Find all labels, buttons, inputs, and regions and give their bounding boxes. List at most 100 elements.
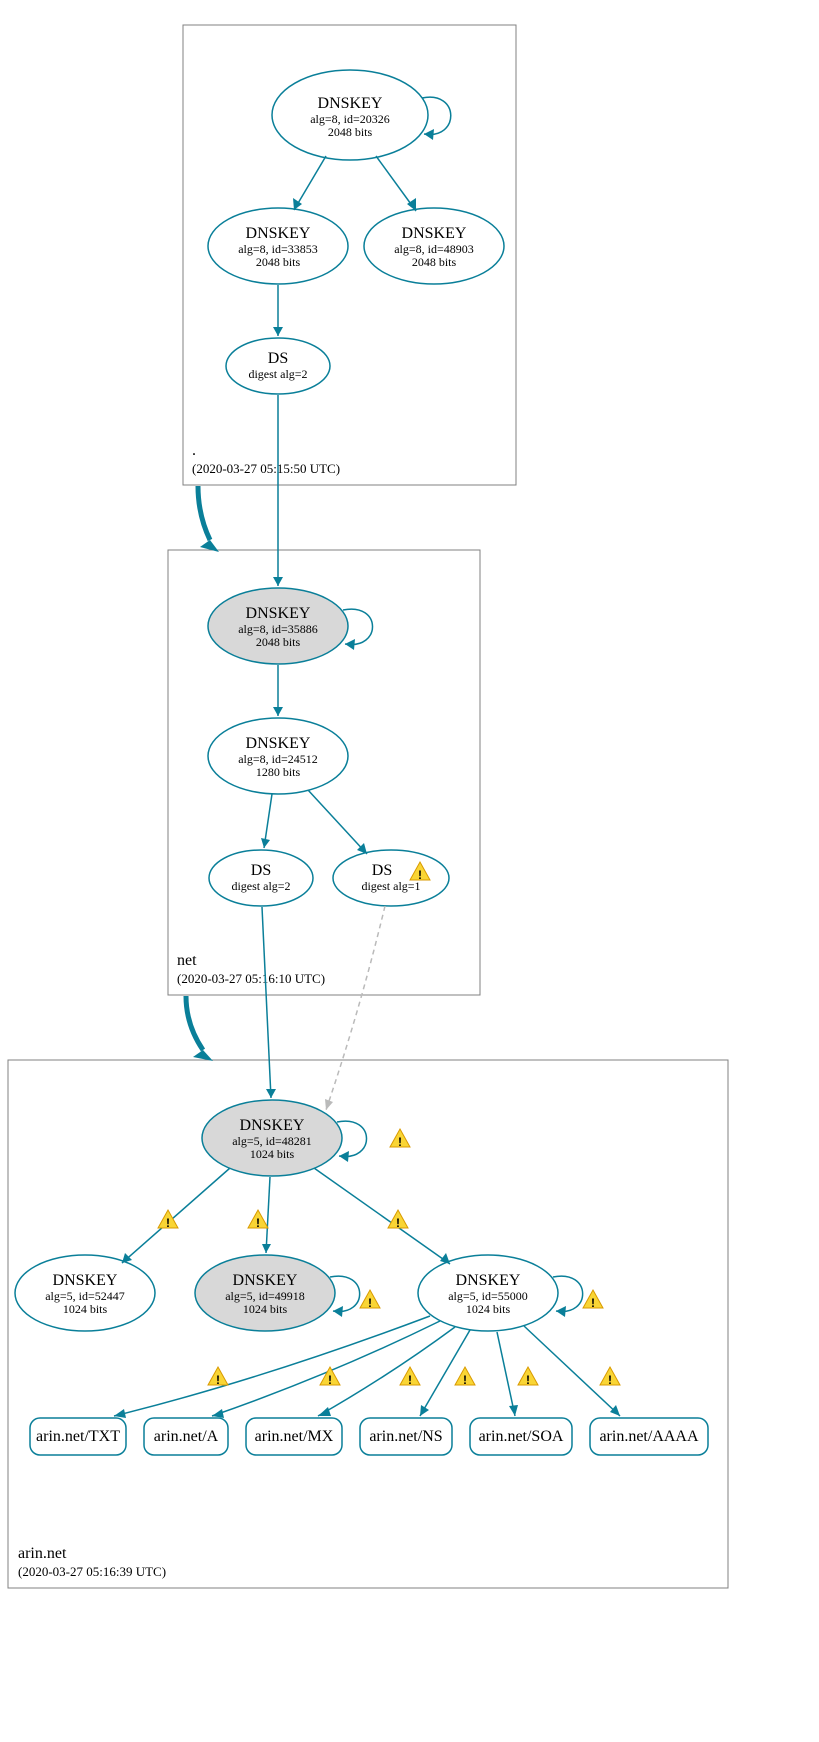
edge-arinksk-to-k4 (314, 1168, 450, 1264)
svg-text:alg=8, id=33853: alg=8, id=33853 (238, 242, 318, 256)
svg-text:alg=8, id=48903: alg=8, id=48903 (394, 242, 474, 256)
svg-text:DS: DS (251, 862, 271, 879)
warning-icon: ! (600, 1367, 620, 1387)
svg-text:!: ! (398, 1135, 402, 1149)
node-arin-ksk: DNSKEY alg=5, id=48281 1024 bits (202, 1100, 342, 1176)
edge-netds1-to-arinksk (262, 907, 271, 1098)
svg-text:DNSKEY: DNSKEY (246, 605, 311, 622)
svg-text:arin.net/NS: arin.net/NS (369, 1428, 442, 1445)
node-rr-aaaa: arin.net/AAAA (590, 1418, 708, 1455)
svg-text:alg=5, id=49918: alg=5, id=49918 (225, 1289, 305, 1303)
warning-icon: ! (455, 1367, 475, 1387)
node-rr-a: arin.net/A (144, 1418, 228, 1455)
svg-text:2048 bits: 2048 bits (328, 125, 373, 139)
svg-text:alg=8, id=24512: alg=8, id=24512 (238, 752, 318, 766)
svg-text:2048 bits: 2048 bits (412, 255, 457, 269)
dnssec-graph: . (2020-03-27 05:15:50 UTC) net (2020-03… (0, 0, 819, 1742)
warning-icon: ! (390, 1129, 410, 1149)
svg-text:!: ! (256, 1216, 260, 1230)
node-arin-k2: DNSKEY alg=5, id=52447 1024 bits (15, 1255, 155, 1331)
warning-icon: ! (360, 1290, 380, 1310)
warning-icon: ! (518, 1367, 538, 1387)
svg-text:!: ! (418, 868, 422, 882)
svg-text:DNSKEY: DNSKEY (246, 735, 311, 752)
zone-label-net-name: net (177, 952, 197, 969)
node-rr-ns: arin.net/NS (360, 1418, 452, 1455)
svg-text:1280 bits: 1280 bits (256, 765, 301, 779)
svg-text:!: ! (408, 1373, 412, 1387)
svg-text:DNSKEY: DNSKEY (233, 1272, 298, 1289)
delegation-arrow-root-to-net (198, 486, 210, 540)
zone-label-root-ts: (2020-03-27 05:15:50 UTC) (192, 461, 340, 476)
node-net-ds2: DS digest alg=1 (333, 850, 449, 906)
node-rr-soa: arin.net/SOA (470, 1418, 572, 1455)
svg-text:digest alg=1: digest alg=1 (361, 879, 420, 893)
svg-text:2048 bits: 2048 bits (256, 635, 301, 649)
node-net-zsk: DNSKEY alg=8, id=24512 1280 bits (208, 718, 348, 794)
svg-text:DS: DS (268, 350, 288, 367)
svg-text:1024 bits: 1024 bits (63, 1302, 108, 1316)
edge-arinksk-to-k2 (122, 1168, 230, 1263)
svg-text:!: ! (591, 1296, 595, 1310)
zone-label-arin-ts: (2020-03-27 05:16:39 UTC) (18, 1564, 166, 1579)
node-rr-mx: arin.net/MX (246, 1418, 342, 1455)
node-root-ksk: DNSKEY alg=8, id=20326 2048 bits (272, 70, 428, 160)
warning-icon: ! (208, 1367, 228, 1387)
node-root-zsk: DNSKEY alg=8, id=33853 2048 bits (208, 208, 348, 284)
svg-text:digest alg=2: digest alg=2 (248, 367, 307, 381)
svg-text:digest alg=2: digest alg=2 (231, 879, 290, 893)
svg-text:1024 bits: 1024 bits (250, 1147, 295, 1161)
node-root-ds: DS digest alg=2 (226, 338, 330, 394)
svg-text:arin.net/TXT: arin.net/TXT (36, 1428, 120, 1445)
svg-text:arin.net/MX: arin.net/MX (255, 1428, 334, 1445)
svg-text:DNSKEY: DNSKEY (240, 1117, 305, 1134)
edge-k4-to-aaaa (524, 1326, 620, 1416)
svg-text:alg=5, id=48281: alg=5, id=48281 (232, 1134, 312, 1148)
svg-text:!: ! (526, 1373, 530, 1387)
edge-k4-to-mx (318, 1327, 455, 1416)
svg-text:alg=5, id=55000: alg=5, id=55000 (448, 1289, 528, 1303)
svg-text:!: ! (328, 1373, 332, 1387)
svg-text:1024 bits: 1024 bits (243, 1302, 288, 1316)
svg-text:!: ! (368, 1296, 372, 1310)
svg-text:DNSKEY: DNSKEY (456, 1272, 521, 1289)
svg-text:DS: DS (372, 862, 392, 879)
svg-text:!: ! (216, 1373, 220, 1387)
svg-text:alg=8, id=35886: alg=8, id=35886 (238, 622, 318, 636)
warning-icon: ! (388, 1210, 408, 1230)
svg-text:!: ! (396, 1216, 400, 1230)
warning-icon: ! (158, 1210, 178, 1230)
node-net-ds1: DS digest alg=2 (209, 850, 313, 906)
svg-text:!: ! (608, 1373, 612, 1387)
svg-text:!: ! (166, 1216, 170, 1230)
svg-text:2048 bits: 2048 bits (256, 255, 301, 269)
zone-label-arin-name: arin.net (18, 1545, 67, 1562)
warning-icon: ! (248, 1210, 268, 1230)
edge-netzsk-to-ds2 (308, 790, 367, 854)
node-net-ksk: DNSKEY alg=8, id=35886 2048 bits (208, 588, 348, 664)
node-root-key3: DNSKEY alg=8, id=48903 2048 bits (364, 208, 504, 284)
svg-text:alg=8, id=20326: alg=8, id=20326 (310, 112, 390, 126)
svg-text:DNSKEY: DNSKEY (318, 95, 383, 112)
zone-label-net-ts: (2020-03-27 05:16:10 UTC) (177, 971, 325, 986)
svg-text:alg=5, id=52447: alg=5, id=52447 (45, 1289, 125, 1303)
warning-icon: ! (320, 1367, 340, 1387)
svg-text:!: ! (463, 1373, 467, 1387)
zone-label-root-name: . (192, 442, 196, 459)
node-arin-k4: DNSKEY alg=5, id=55000 1024 bits (418, 1255, 558, 1331)
warning-icon: ! (400, 1367, 420, 1387)
warning-icon: ! (583, 1290, 603, 1310)
edge-arinksk-to-k3 (266, 1177, 270, 1253)
svg-text:DNSKEY: DNSKEY (402, 225, 467, 242)
delegation-arrow-net-to-arin (186, 996, 203, 1050)
node-arin-k3: DNSKEY alg=5, id=49918 1024 bits (195, 1255, 335, 1331)
svg-text:arin.net/A: arin.net/A (154, 1428, 219, 1445)
node-rr-txt: arin.net/TXT (30, 1418, 126, 1455)
svg-text:DNSKEY: DNSKEY (53, 1272, 118, 1289)
edge-k4-to-soa (497, 1332, 515, 1416)
svg-text:arin.net/AAAA: arin.net/AAAA (599, 1428, 699, 1445)
svg-text:arin.net/SOA: arin.net/SOA (479, 1428, 564, 1445)
svg-text:1024 bits: 1024 bits (466, 1302, 511, 1316)
edge-k4-to-a (212, 1321, 440, 1416)
svg-text:DNSKEY: DNSKEY (246, 225, 311, 242)
